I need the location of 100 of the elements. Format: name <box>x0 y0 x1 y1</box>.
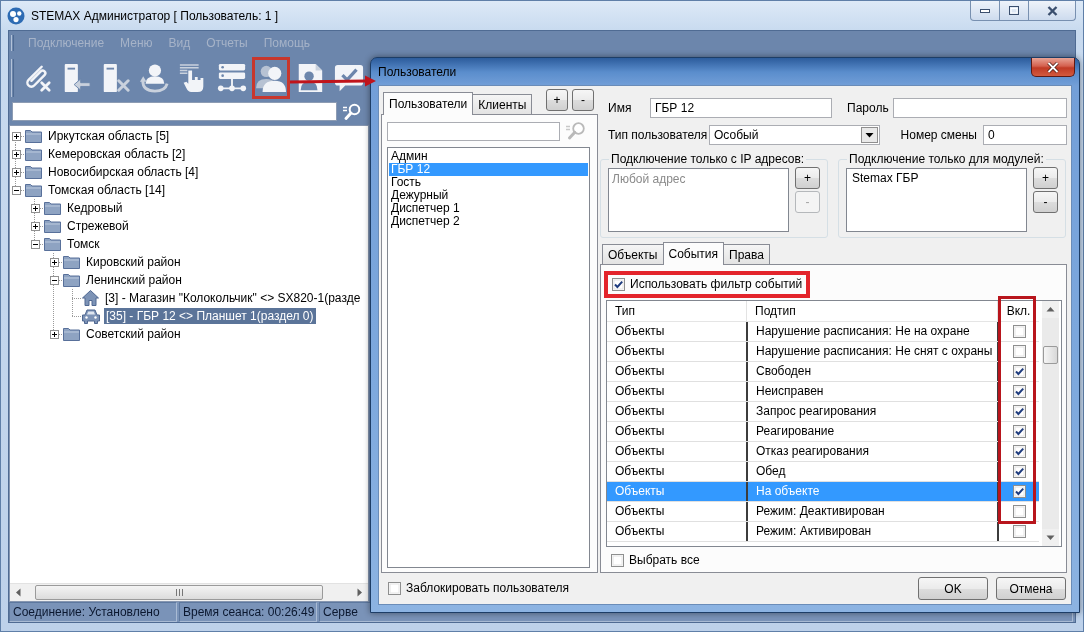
list-item[interactable]: Stemax ГБР <box>850 172 1023 185</box>
message-check-icon[interactable] <box>334 63 364 93</box>
plus-box-icon[interactable] <box>49 329 59 339</box>
table-cell-text: Объекты <box>614 363 666 380</box>
tree-item[interactable]: Томская область [14] <box>46 182 168 198</box>
checkbox[interactable] <box>1012 505 1026 518</box>
checkbox[interactable] <box>1012 525 1026 538</box>
table-row[interactable]: Объекты Режим: Активирован <box>607 522 1039 542</box>
minus-box-icon[interactable] <box>49 275 59 285</box>
table-cell-text: Объекты <box>614 383 666 400</box>
folder-icon <box>63 327 80 341</box>
cancel-button[interactable]: Отмена <box>996 577 1066 600</box>
table-row[interactable]: Объекты Обед <box>607 462 1039 482</box>
table-row[interactable]: Объекты Неисправен <box>607 382 1039 402</box>
list-item[interactable]: Диспетчер 2 <box>389 215 588 228</box>
folder-icon <box>63 273 80 287</box>
tree-item[interactable]: Томск <box>65 236 102 252</box>
tab[interactable]: Права <box>723 244 770 264</box>
checkbox[interactable] <box>1012 385 1026 398</box>
tree-item[interactable]: Иркутская область [5] <box>46 128 172 144</box>
table-row[interactable]: Объекты Реагирование <box>607 422 1039 442</box>
table-row[interactable]: Объекты Нарушение расписания: Не снят с охраны <box>607 342 1039 362</box>
search-field[interactable] <box>387 121 560 141</box>
field-label: Тип пользователя <box>608 127 709 143</box>
checkbox[interactable] <box>1012 445 1026 458</box>
folder-icon <box>25 183 42 197</box>
tree-item[interactable]: Кедровый <box>65 200 125 216</box>
table-row[interactable]: Объекты Режим: Деактивирован <box>607 502 1039 522</box>
plus-box-icon[interactable] <box>49 257 59 267</box>
name-field[interactable]: ГБР 12 <box>650 98 832 118</box>
table-row[interactable]: Объекты Отказ реагирования <box>607 442 1039 462</box>
checkbox[interactable] <box>1012 405 1026 418</box>
tab[interactable]: События <box>662 242 725 265</box>
checkbox[interactable] <box>1012 465 1026 478</box>
scroll-thumb[interactable] <box>35 585 323 600</box>
dialog-title: Пользователи <box>378 65 457 80</box>
maximize-button[interactable] <box>999 1 1029 21</box>
column-header[interactable]: Вкл. <box>997 301 1039 321</box>
list-item[interactable]: Админ <box>389 150 588 163</box>
checkbox[interactable] <box>611 554 624 567</box>
plus-box-icon[interactable] <box>30 203 40 213</box>
vertical-scrollbar[interactable] <box>1042 301 1059 546</box>
plus-box-icon[interactable] <box>11 131 21 141</box>
tab[interactable]: Клиенты <box>472 94 533 114</box>
plus-box-icon[interactable] <box>30 221 40 231</box>
add-button[interactable]: + <box>1033 167 1058 189</box>
plus-box-icon[interactable] <box>11 149 21 159</box>
table-cell-text: Объекты <box>614 443 666 460</box>
tree-item[interactable]: Кемеровская область [2] <box>46 146 188 162</box>
minus-box-icon[interactable] <box>30 239 40 249</box>
remove-button[interactable]: - <box>1033 191 1058 213</box>
tree-item[interactable]: [3] - Магазин "Колокольчик" <> SX820-1(разде <box>103 290 363 306</box>
tree-item[interactable]: Кировский район <box>84 254 183 270</box>
tab[interactable]: Пользователи <box>383 92 474 115</box>
checkbox[interactable] <box>1012 425 1026 438</box>
horizontal-scrollbar[interactable] <box>10 583 368 601</box>
checkbox[interactable] <box>388 582 401 595</box>
module-list[interactable]: Stemax ГБР <box>846 168 1027 232</box>
remove-button[interactable]: - <box>572 89 594 111</box>
users-icon[interactable] <box>256 63 286 93</box>
list-item[interactable]: Диспетчер 1 <box>389 202 588 215</box>
add-button[interactable]: + <box>795 167 820 189</box>
folder-icon <box>63 255 80 269</box>
password-field[interactable] <box>893 98 1067 118</box>
ok-button[interactable]: OK <box>918 577 988 600</box>
checkbox[interactable] <box>1012 485 1026 498</box>
app-logo-icon <box>7 7 25 25</box>
search-icon[interactable] <box>343 102 361 121</box>
table-row[interactable]: Объекты Нарушение расписания: Не на охране <box>607 322 1039 342</box>
add-button[interactable]: + <box>546 89 568 111</box>
column-header[interactable]: Подтип <box>746 301 997 321</box>
network-icon[interactable] <box>217 63 247 93</box>
person-arrows-icon[interactable] <box>139 63 169 93</box>
tree-item[interactable]: Стрежевой <box>65 218 131 234</box>
list-item[interactable]: Дежурный <box>389 189 588 202</box>
scroll-thumb[interactable] <box>1043 346 1058 364</box>
close-button[interactable] <box>1028 1 1076 21</box>
checkbox[interactable] <box>1012 325 1026 338</box>
close-button[interactable] <box>1031 58 1075 77</box>
minus-box-icon[interactable] <box>11 185 21 195</box>
table-row[interactable]: Объекты Свободен <box>607 362 1039 382</box>
ip-address-list[interactable]: Любой адрес <box>608 168 789 232</box>
table-row[interactable]: Объекты Запрос реагирования <box>607 402 1039 422</box>
checkbox[interactable] <box>1012 345 1026 358</box>
list-item[interactable]: Гость <box>389 176 588 189</box>
tree-item[interactable]: Новосибирская область [4] <box>46 164 201 180</box>
column-header[interactable]: Тип <box>607 301 746 321</box>
shift-number-field[interactable]: 0 <box>983 125 1067 145</box>
checkbox[interactable] <box>1012 365 1026 378</box>
search-field[interactable] <box>12 102 337 121</box>
field-label: Имя <box>608 100 633 116</box>
plus-box-icon[interactable] <box>11 167 21 177</box>
tree-item[interactable]: Советский район <box>84 326 183 342</box>
tree-item[interactable]: [35] - ГБР 12 <> Планшет 1(раздел 0) <box>104 308 316 324</box>
tree-item[interactable]: Ленинский район <box>84 272 184 288</box>
minimize-button[interactable] <box>970 1 1000 21</box>
table-cell-text: Объекты <box>614 323 666 340</box>
checkbox[interactable] <box>612 278 625 291</box>
user-type-dropdown[interactable]: Особый <box>709 125 880 145</box>
tab[interactable]: Объекты <box>602 244 664 264</box>
